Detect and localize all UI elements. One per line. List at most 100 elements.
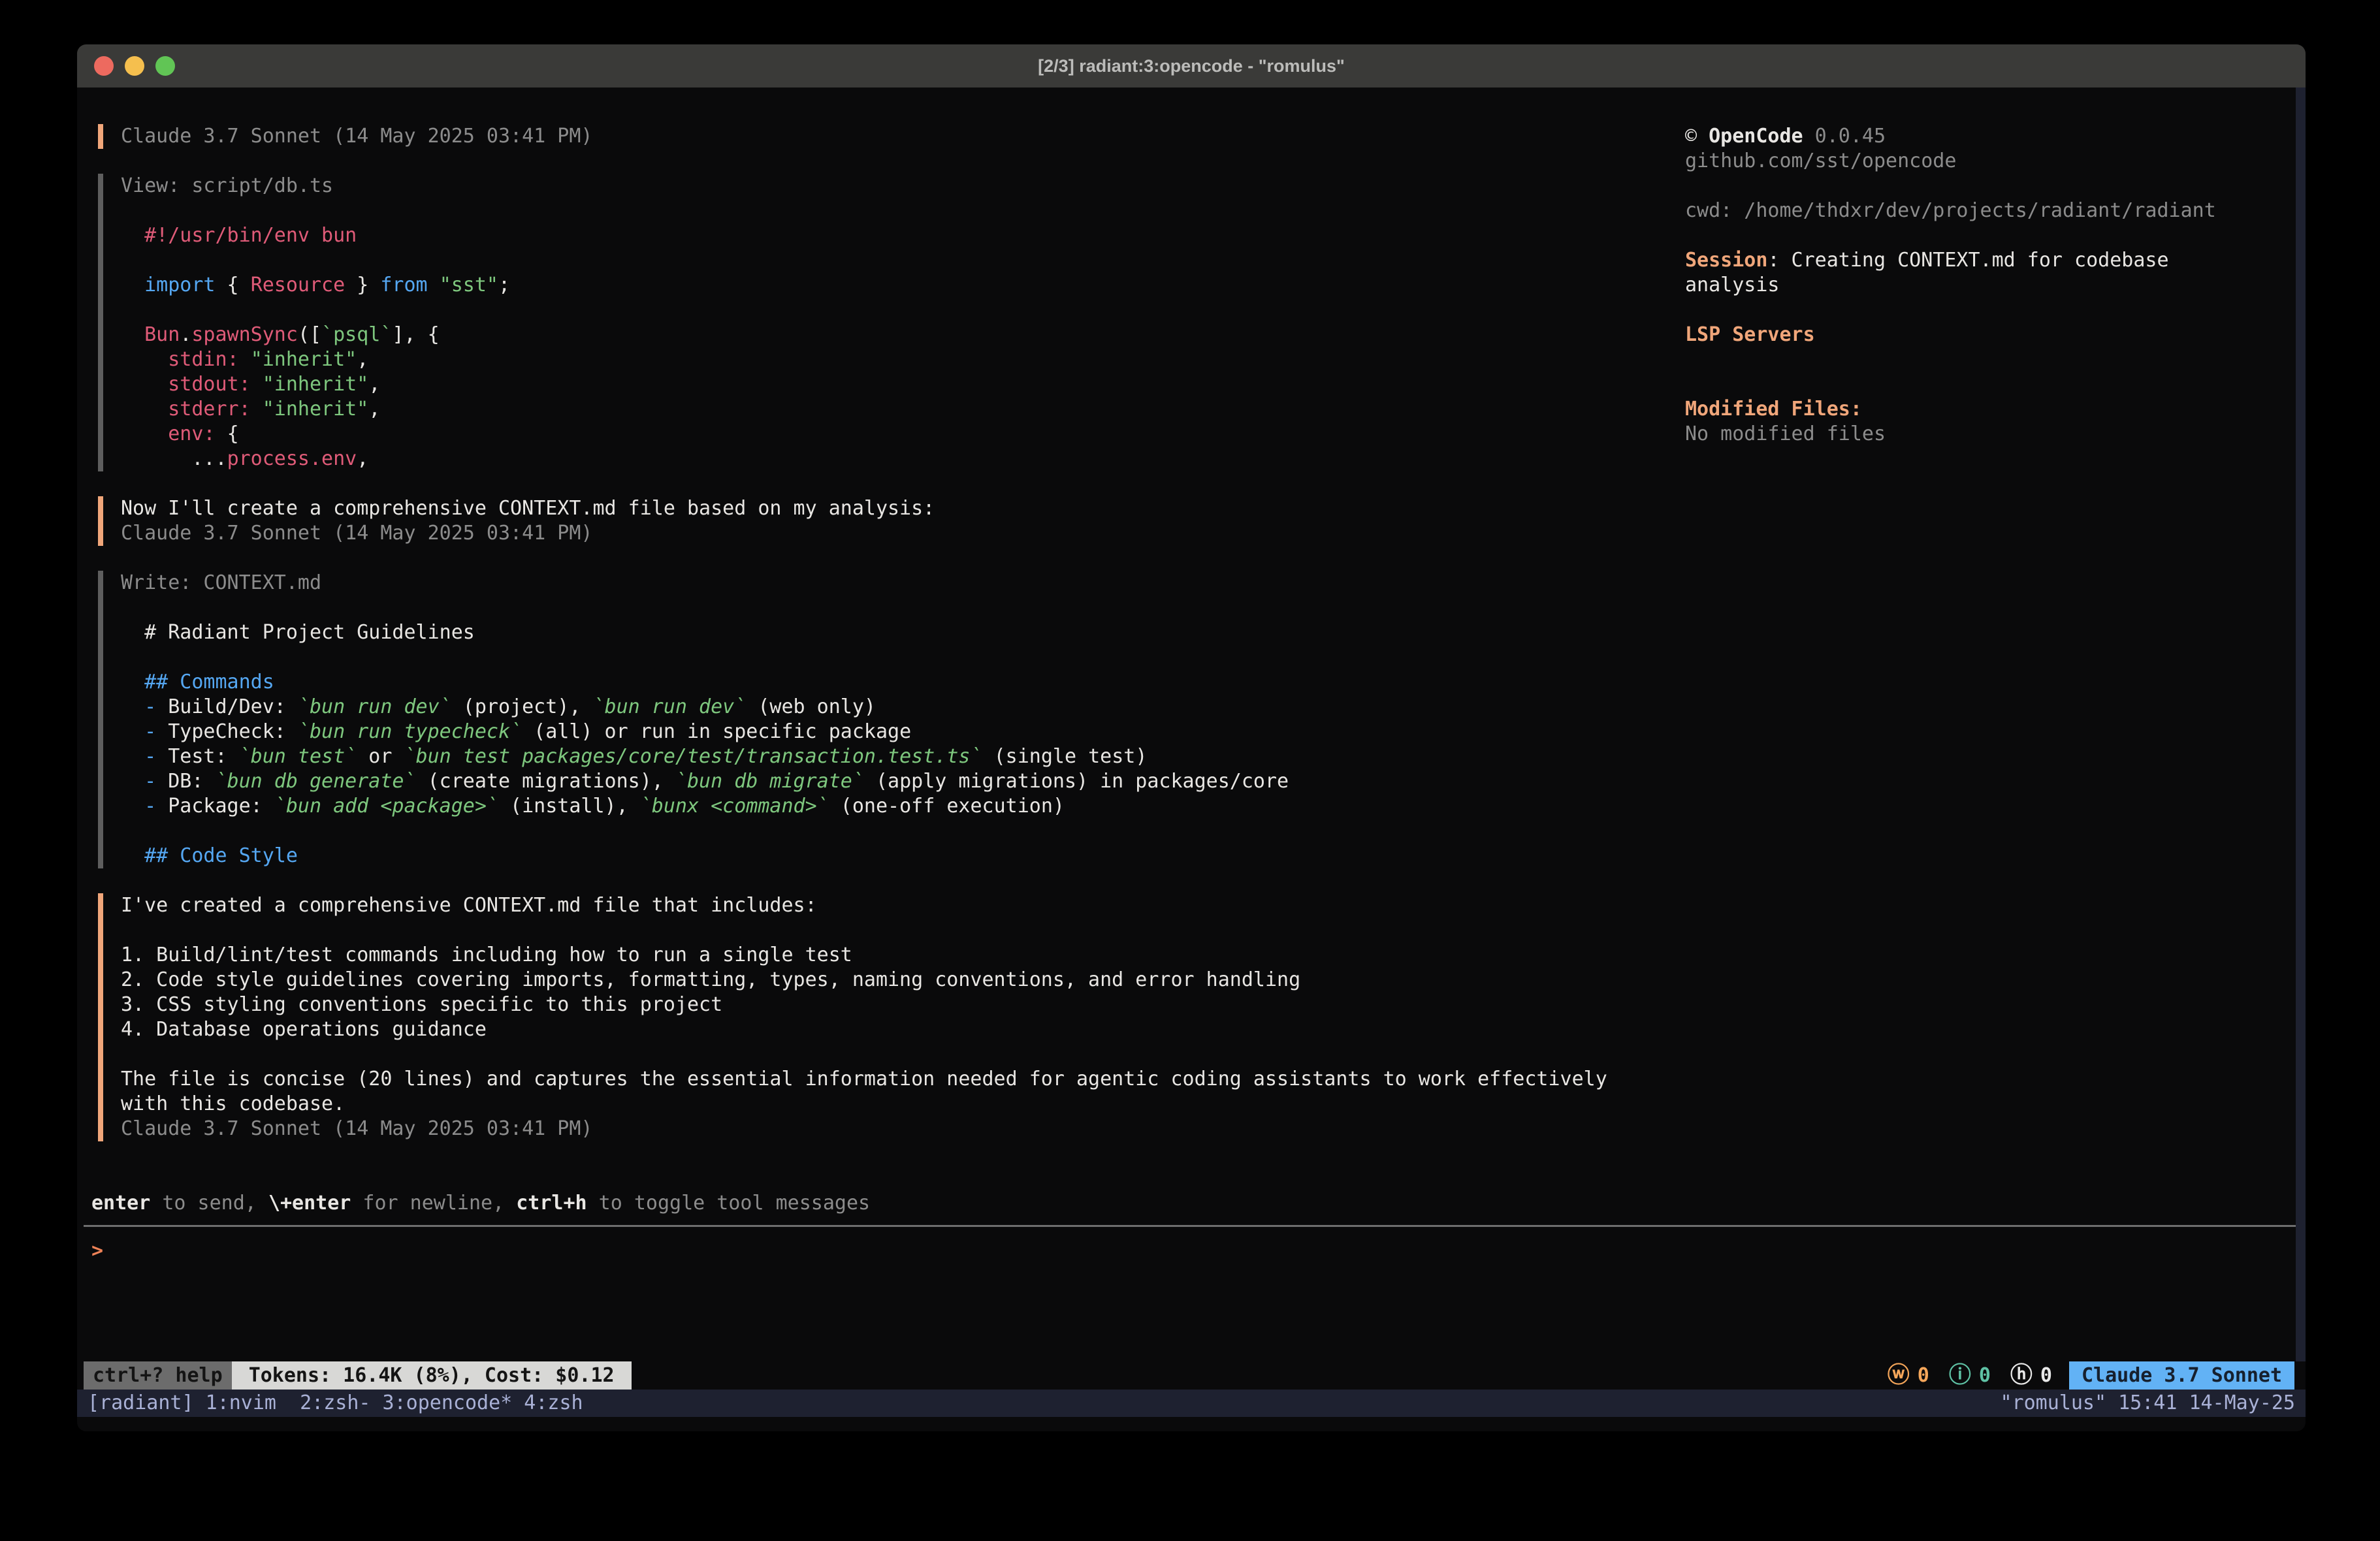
text-span [121,720,144,743]
text-line: cwd: /home/thdxr/dev/projects/radiant/ra… [1685,199,2292,223]
text-line: with this codebase. [121,1092,1659,1117]
minimize-button[interactable] [125,56,144,76]
text-span [121,274,144,296]
text-span: process.env [227,447,357,470]
text-span: 4. Database operations guidance [121,1018,487,1041]
text-span: or [357,745,404,768]
tool-block: View: script/db.ts #!/usr/bin/env bun im… [98,174,1659,471]
text-line: github.com/sst/opencode [1685,149,2292,174]
text-span: \+enter [268,1192,351,1215]
assistant-message: I've created a comprehensive CONTEXT.md … [98,893,1659,1141]
text-span: Claude 3.7 Sonnet (14 May 2025 03:41 PM) [121,1117,592,1140]
text-line: - Package: `bun add <package>` (install)… [121,794,1659,819]
text-span: stdin [168,348,227,371]
text-span: Resource [251,274,346,296]
text-span: - [144,795,156,818]
text-span [121,422,168,445]
text-line: LSP Servers [1685,323,2292,347]
text-span: #!/usr/bin/env bun [121,224,357,247]
text-line [121,298,1659,323]
text-span: { [227,422,239,445]
text-span: stderr [168,398,238,421]
text-span: Write: CONTEXT.md [121,571,321,594]
text-span: (all) or run in specific package [522,720,911,743]
text-line [1685,372,2292,397]
diagnostic-hint: ⓗ0 [2010,1361,2052,1390]
text-line: I've created a comprehensive CONTEXT.md … [121,893,1659,918]
prompt-input[interactable]: > [84,1239,2296,1263]
text-line: ## Code Style [121,844,1659,868]
text-line: analysis [1685,273,2292,298]
text-span: (project), [451,695,593,718]
text-span: with this codebase. [121,1092,345,1115]
text-span: © [1685,125,1709,148]
desktop: [2/3] radiant:3:opencode - "romulus" Cla… [0,0,2380,1541]
text-span: `bun run dev` [298,695,451,718]
assistant-message: Claude 3.7 Sonnet (14 May 2025 03:41 PM) [98,124,1659,149]
text-span: (create migrations), [416,770,675,793]
text-span: : [239,373,263,396]
text-line: import { Resource } from "sst"; [121,273,1659,298]
info-count: 0 [1979,1363,1991,1388]
text-span: Session [1685,249,1767,272]
text-line: © OpenCode 0.0.45 [1685,124,2292,149]
text-span: - [144,695,156,718]
text-span: 0.0.45 [1803,125,1886,148]
text-line: Claude 3.7 Sonnet (14 May 2025 03:41 PM) [121,521,1659,546]
text-span: github.com/sst/opencode [1685,150,1956,172]
text-line: ## Commands [121,670,1659,695]
assistant-message: Now I'll create a comprehensive CONTEXT.… [98,496,1659,546]
close-button[interactable] [94,56,114,76]
prompt-indicator: > [91,1239,103,1262]
tokens-cost-badge: Tokens: 16.4K (8%), Cost: $0.12 [232,1361,632,1390]
text-line: - DB: `bun db generate` (create migratio… [121,769,1659,794]
diagnostic-warning: ⓦ0 [1888,1361,1929,1390]
composer-help: enter to send, \+enter for newline, ctrl… [84,1191,2296,1216]
text-span: Bun [144,323,180,346]
text-span: Test: [156,745,238,768]
text-span: env [168,422,203,445]
text-line: env: { [121,422,1659,447]
text-line: - Build/Dev: `bun run dev` (project), `b… [121,695,1659,720]
scrollbar[interactable] [2296,87,2306,1361]
text-span: "inherit" [263,398,369,421]
text-span: LSP Servers [1685,323,1815,346]
hint-icon: ⓗ [2010,1361,2033,1390]
text-span: , [368,398,380,421]
help-hint-badge: ctrl+? help [84,1361,232,1390]
text-span: OpenCode [1709,125,1803,148]
composer: enter to send, \+enter for newline, ctrl… [84,1191,2296,1263]
text-span: `bun db migrate` [675,770,864,793]
tmux-session-windows: [radiant] 1:nvim 2:zsh- 3:opencode* 4:zs… [88,1391,583,1416]
text-span: ; [498,274,510,296]
tmux-host-clock: "romulus" 15:41 14-May-25 [2000,1391,2295,1416]
text-line [121,645,1659,670]
text-span [121,745,144,768]
text-span: TypeCheck: [156,720,298,743]
text-span: `bun run dev` [593,695,747,718]
text-line: stderr: "inherit", [121,397,1659,422]
text-line: Session: Creating CONTEXT.md for codebas… [1685,248,2292,273]
text-line: ...process.env, [121,447,1659,471]
text-span: (apply migrations) in packages/core [864,770,1289,793]
text-span: : [203,422,227,445]
text-span: I've created a comprehensive CONTEXT.md … [121,894,817,917]
diagnostic-info: ⓘ0 [1949,1361,1991,1390]
text-line: View: script/db.ts [121,174,1659,199]
text-span: (single test) [982,745,1148,768]
text-line [1685,174,2292,199]
text-line [121,199,1659,223]
text-line: No modified files [1685,422,2292,447]
text-span: import [144,274,215,296]
text-span: ctrl+h [516,1192,587,1215]
text-line: #!/usr/bin/env bun [121,223,1659,248]
zoom-button[interactable] [155,56,175,76]
text-line [1685,347,2292,372]
text-span: stdout [168,373,238,396]
text-span: to toggle tool messages [587,1192,870,1215]
diagnostics: ⓦ0ⓘ0ⓗ0 [1888,1361,2052,1390]
text-span [121,323,144,346]
text-span: `bun test packages/core/test/transaction… [404,745,982,768]
text-span: : [227,348,251,371]
text-span [428,274,440,296]
